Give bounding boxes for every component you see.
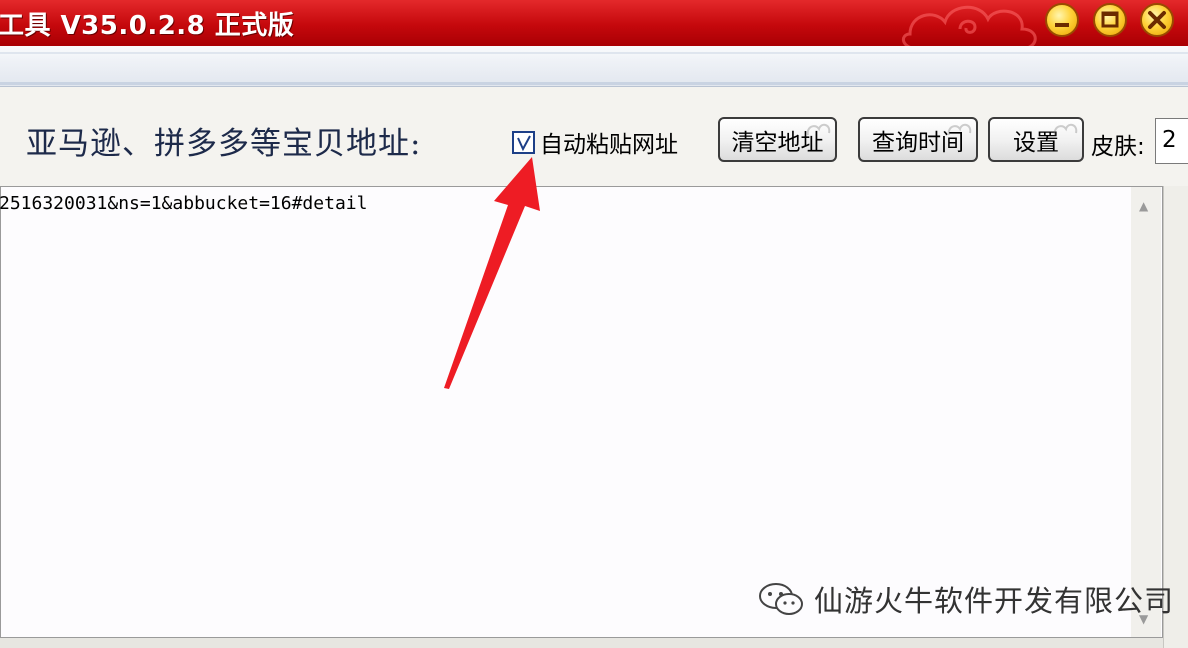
settings-button[interactable]: 设置 (988, 117, 1084, 162)
scroll-up-icon[interactable]: ▲ (1139, 199, 1148, 213)
maximize-button[interactable] (1093, 3, 1127, 37)
toolbar-strip (0, 46, 1188, 87)
vertical-scrollbar[interactable]: ▲ ▼ (1131, 187, 1161, 637)
watermark: 仙游火牛软件开发有限公司 (758, 578, 1174, 620)
checkmark-icon (517, 135, 531, 151)
address-textarea[interactable]: 2516320031&ns=1&abbucket=16#detail (0, 186, 1163, 638)
auto-paste-label[interactable]: 自动粘贴网址 (540, 125, 678, 159)
query-time-button[interactable]: 查询时间 (858, 117, 978, 162)
skin-label: 皮肤: (1091, 134, 1145, 160)
close-button[interactable] (1140, 3, 1174, 37)
title-bar[interactable]: 工具 V35.0.2.8 正式版 (0, 0, 1188, 46)
wechat-icon (759, 583, 803, 615)
skin-select[interactable]: 2 (1155, 118, 1188, 164)
address-text: 2516320031&ns=1&abbucket=16#detail (0, 193, 368, 214)
window-title: 工具 V35.0.2.8 正式版 (0, 11, 295, 41)
maximize-icon (1101, 11, 1119, 28)
checkbox-box[interactable] (512, 130, 535, 154)
close-icon (1148, 11, 1166, 29)
cloud-decoration (902, 5, 1037, 46)
minimize-icon (1055, 23, 1069, 27)
cloud-decoration-icon (947, 123, 972, 136)
auto-paste-checkbox[interactable]: 自动粘贴网址 (512, 125, 678, 159)
url-label: 亚马逊、拼多多等宝贝地址: (26, 126, 422, 162)
minimize-button[interactable] (1045, 3, 1079, 37)
cloud-decoration-icon (1053, 123, 1078, 136)
cloud-decoration-icon (806, 123, 831, 136)
clear-address-button[interactable]: 清空地址 (718, 117, 837, 162)
watermark-text: 仙游火牛软件开发有限公司 (814, 584, 1175, 618)
bottom-edge (0, 638, 1163, 648)
